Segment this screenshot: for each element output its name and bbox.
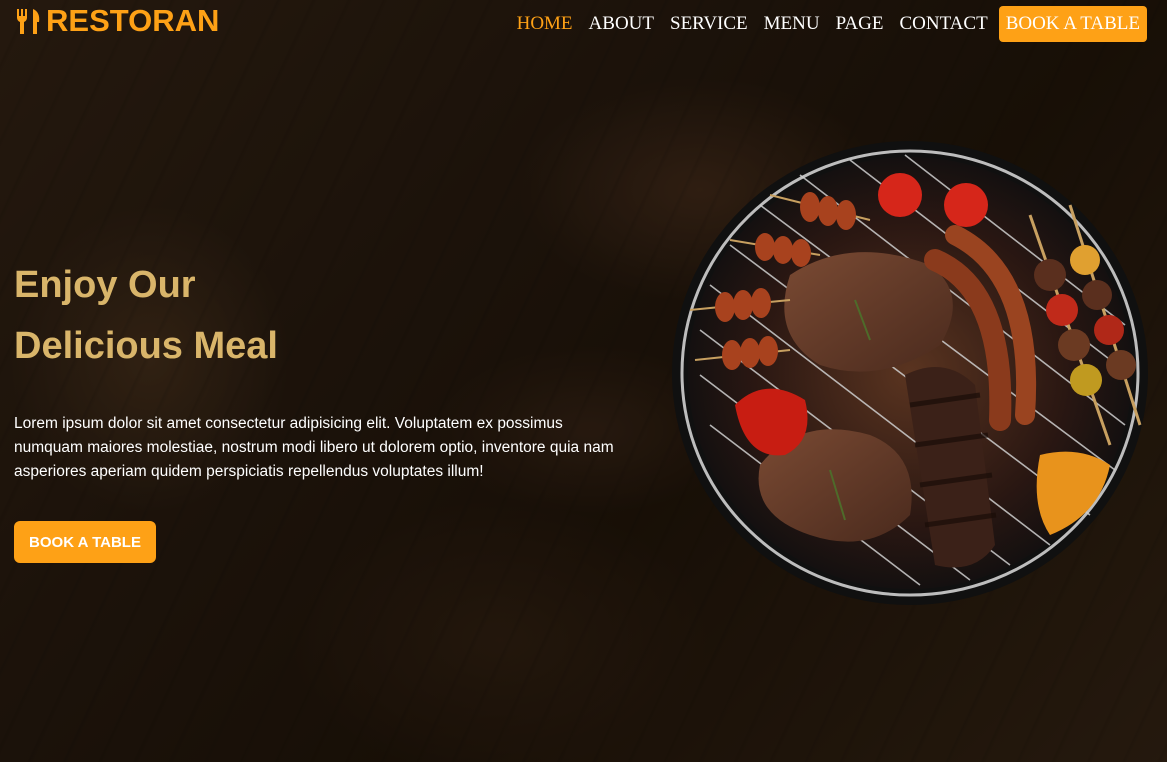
nav-item-service[interactable]: SERVICE: [670, 12, 748, 36]
hero-title: Enjoy Our Delicious Meal: [14, 255, 534, 377]
bbq-grill-image: [670, 135, 1160, 615]
navbar: RESTORAN HOME ABOUT SERVICE MENU PAGE CO…: [0, 0, 1167, 48]
book-table-nav-button[interactable]: BOOK A TABLE: [998, 6, 1147, 42]
page: RESTORAN HOME ABOUT SERVICE MENU PAGE CO…: [0, 0, 1167, 762]
nav-item-contact[interactable]: CONTACT: [899, 12, 987, 36]
brand-logo[interactable]: RESTORAN: [14, 4, 219, 38]
nav-item-menu[interactable]: MENU: [764, 12, 820, 36]
hero-description: Lorem ipsum dolor sit amet consectetur a…: [14, 415, 614, 480]
nav-item-about[interactable]: ABOUT: [589, 12, 654, 36]
book-table-hero-button[interactable]: BOOK A TABLE: [14, 521, 156, 563]
nav-item-home[interactable]: HOME: [517, 12, 573, 36]
nav-item-page[interactable]: PAGE: [836, 12, 884, 36]
brand-name: RESTORAN: [46, 3, 220, 38]
fork-knife-icon: [17, 9, 40, 34]
main-nav: HOME ABOUT SERVICE MENU PAGE CONTACT BOO…: [501, 6, 1147, 42]
hero-title-line2: Delicious Meal: [14, 325, 278, 367]
hero-title-line1: Enjoy Our: [14, 264, 196, 306]
